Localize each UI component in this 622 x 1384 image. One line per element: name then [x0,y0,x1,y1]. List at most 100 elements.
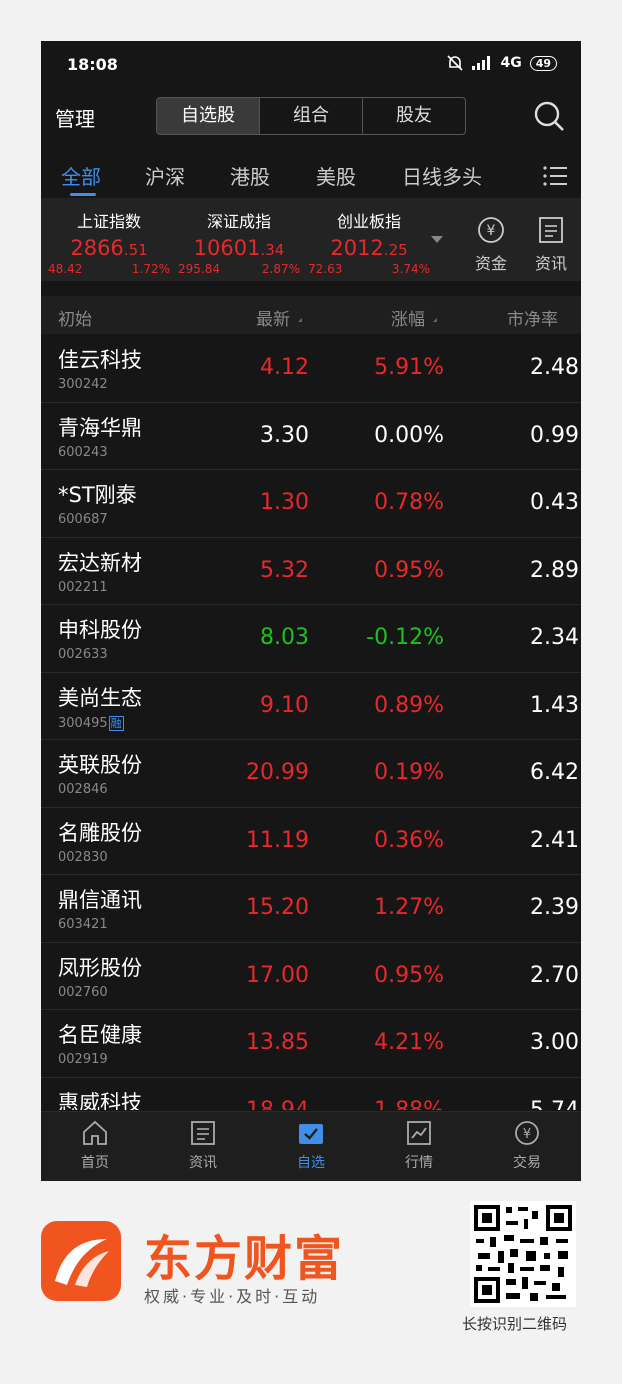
stock-pb: 2.48 [530,355,579,380]
table-row[interactable]: 申科股份 002633 8.03 -0.12% 2.34 [41,605,581,673]
nav-home[interactable]: 首页 [60,1120,130,1172]
stock-change-pct: 0.19% [374,760,444,785]
svg-text:¥: ¥ [487,223,496,239]
market-tabs: 全部 沪深 港股 美股 日线多头 [41,157,581,197]
menu-icon[interactable] [543,165,567,187]
stock-name: 名臣健康 [58,1023,142,1047]
segment-watchlist[interactable]: 自选股 [157,98,260,134]
table-row[interactable]: 名雕股份 002830 11.19 0.36% 2.41 [41,807,581,875]
stock-name: 惠威科技 [58,1090,142,1111]
stock-change-pct: 1.27% [374,895,444,920]
stock-name: 凤形股份 [58,955,142,980]
stock-code: 002760 [58,984,108,1000]
expand-indices-icon[interactable] [431,236,443,243]
col-change[interactable]: 涨幅 [391,305,437,330]
brand-name: 东方财富 [144,1231,345,1287]
nav-watchlist[interactable]: 自选 [276,1120,346,1172]
nav-trade[interactable]: ¥ 交易 [492,1120,562,1172]
index-change: 295.84 2.87% [178,262,300,276]
margin-badge: 融 [108,715,124,731]
table-row[interactable]: 佳云科技 300242 4.12 5.91% 2.48 [41,335,581,403]
tab-shsz[interactable]: 沪深 [145,161,185,190]
tab-daily-long[interactable]: 日线多头 [402,161,482,190]
stock-code: 603421 [58,917,108,932]
segment-control: 自选股 组合 股友 [156,97,466,135]
stock-pb: 2.41 [530,827,579,853]
sort-icon [429,318,437,322]
phone-screen: 18:08 4G 49 管理 自选股 组合 股友 全部 沪深 港股 美股 日线多… [41,41,581,1181]
brand-logo [41,1221,121,1301]
stock-change-pct: 0.36% [374,827,444,853]
yuan-circle-icon: ¥ [478,217,504,243]
stock-code: 300242 [58,377,108,392]
stock-pb: 2.70 [530,962,579,988]
checkbox-icon [299,1124,323,1144]
table-row[interactable]: 名臣健康 002919 13.85 4.21% 3.00 [41,1010,581,1078]
table-row[interactable]: 宏达新材 002211 5.32 0.95% 2.89 [41,537,581,605]
stock-name: 申科股份 [58,618,142,642]
stock-pb: 0.43 [530,490,579,515]
stock-name: 美尚生态 [58,685,142,710]
qr-hint: 长按识别二维码 [462,1315,568,1333]
home-icon [83,1120,107,1145]
chart-icon [407,1121,431,1145]
manage-button[interactable]: 管理 [55,103,95,132]
stock-change-pct: 5.91% [374,355,444,380]
stock-pb: 2.89 [530,557,579,583]
tab-all[interactable]: 全部 [61,161,101,190]
svg-text:¥: ¥ [523,1127,531,1142]
stock-name: 名雕股份 [58,820,142,845]
table-row[interactable]: *ST刚泰 600687 1.30 0.78% 0.43 [41,470,581,538]
search-icon[interactable] [533,100,565,132]
bottom-nav: 首页 资讯 自选 行情 ¥ 交易 [41,1111,581,1181]
stock-pb: 0.99 [530,422,579,448]
col-latest[interactable]: 最新 [256,305,302,330]
stock-change-pct: 0.95% [374,962,444,988]
col-pb[interactable]: 市净率 [507,305,558,330]
stock-price: 1.30 [260,490,309,515]
news-button[interactable]: 资讯 [529,216,573,274]
stock-price: 5.32 [260,557,309,583]
stock-name: *ST刚泰 [58,483,137,507]
stock-price: 8.03 [260,625,309,650]
table-row[interactable]: 鼎信通讯 603421 15.20 1.27% 2.39 [41,875,581,943]
stock-price: 13.85 [246,1030,309,1055]
nav-market[interactable]: 行情 [384,1120,454,1172]
index-name: 深证成指 [206,212,271,231]
col-initial[interactable]: 初始 [58,305,92,330]
table-row[interactable]: 美尚生态 300495 融 9.10 0.89% 1.43 [41,672,581,740]
stock-list: 佳云科技 300242 4.12 5.91% 2.48 青海华鼎 600243 3.30 0.0… [41,335,581,1110]
stock-code: 600243 [58,444,108,460]
stock-pb: 3.00 [530,1030,579,1055]
stock-pb: 2.34 [530,625,579,650]
stock-name: 英联股份 [58,753,142,777]
index-sz[interactable]: 深证成指 10601.34 295.84 2.87% [174,208,304,276]
index-change: 72.63 3.74% [308,262,430,276]
table-row[interactable]: 凤形股份 002760 17.00 0.95% 2.70 [41,942,581,1010]
brand-footer: 东方财富 权威·专业·及时·互动 长按识别二维码 [0,1181,622,1384]
index-sh[interactable]: 上证指数 2866.51 48.42 1.72% [44,208,174,276]
table-row[interactable]: 英联股份 002846 20.99 0.19% 6.42 [41,740,581,808]
stock-code: 002633 [58,647,108,662]
stock-change-pct: 0.00% [374,422,444,448]
stock-pb: 6.42 [530,760,579,785]
segment-portfolio[interactable]: 组合 [260,98,363,134]
mute-alarm-icon [447,55,464,71]
stock-price: 3.30 [260,422,309,448]
qr-code[interactable] [470,1201,576,1307]
stock-pb: 5.74 [530,1097,579,1111]
capital-button[interactable]: ¥ 资金 [469,216,513,274]
stock-name: 宏达新材 [58,550,142,575]
stock-price: 4.12 [260,355,309,380]
tab-hk[interactable]: 港股 [230,161,270,190]
segment-friends[interactable]: 股友 [363,98,465,134]
table-row[interactable]: 惠威科技 18.94 1.88% 5.74 [41,1077,581,1111]
index-cyb[interactable]: 创业板指 2012.25 72.63 3.74% [304,208,434,276]
tab-us[interactable]: 美股 [316,161,356,190]
index-name: 上证指数 [76,212,141,231]
table-row[interactable]: 青海华鼎 600243 3.30 0.00% 0.99 [41,402,581,470]
nav-news[interactable]: 资讯 [168,1120,238,1172]
stock-code: 600687 [58,512,108,527]
index-bar: 上证指数 2866.51 48.42 1.72% 深证成指 10601.34 29… [41,198,581,281]
index-name: 创业板指 [336,212,401,231]
